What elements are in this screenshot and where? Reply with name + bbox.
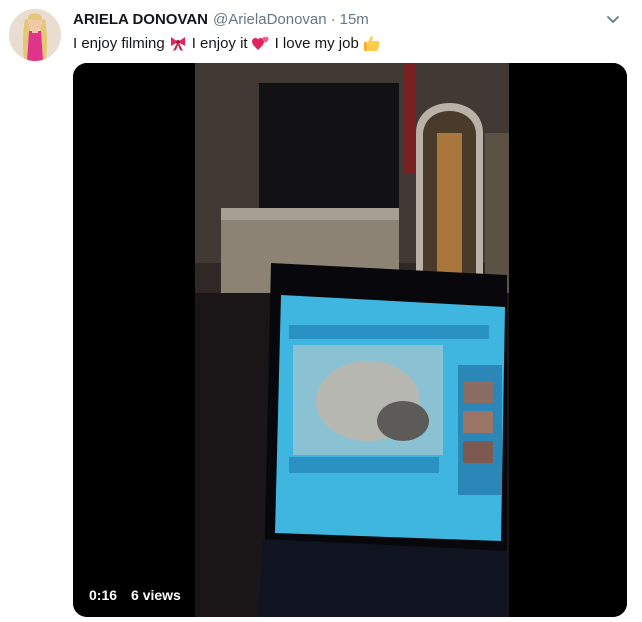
video-frame <box>73 63 627 617</box>
chevron-down-icon[interactable] <box>603 9 623 29</box>
tweet-text-part: I enjoy it <box>191 34 248 52</box>
user-handle[interactable]: @ArielaDonovan <box>213 11 327 28</box>
video-views: 6 views <box>131 587 181 603</box>
thumbs-up-emoji-icon <box>363 35 380 51</box>
avatar[interactable] <box>9 9 61 61</box>
separator: · <box>330 10 336 28</box>
video-duration: 0:16 <box>89 587 118 603</box>
timestamp[interactable]: 15m <box>340 11 369 28</box>
tweet-header: ARIELA DONOVAN @ArielaDonovan · 15m <box>73 8 369 30</box>
video-player[interactable]: 0:16 6 views <box>73 63 627 617</box>
tweet-text-part: I enjoy filming <box>73 34 165 52</box>
video-stats: 0:16 6 views <box>89 587 181 603</box>
display-name[interactable]: ARIELA DONOVAN <box>73 11 208 28</box>
tweet-text: I enjoy filming I enjoy it I love my job <box>73 32 386 54</box>
two-hearts-emoji-icon <box>251 36 269 50</box>
ribbon-emoji-icon <box>170 37 185 51</box>
tweet-text-part: I love my job <box>274 34 359 52</box>
